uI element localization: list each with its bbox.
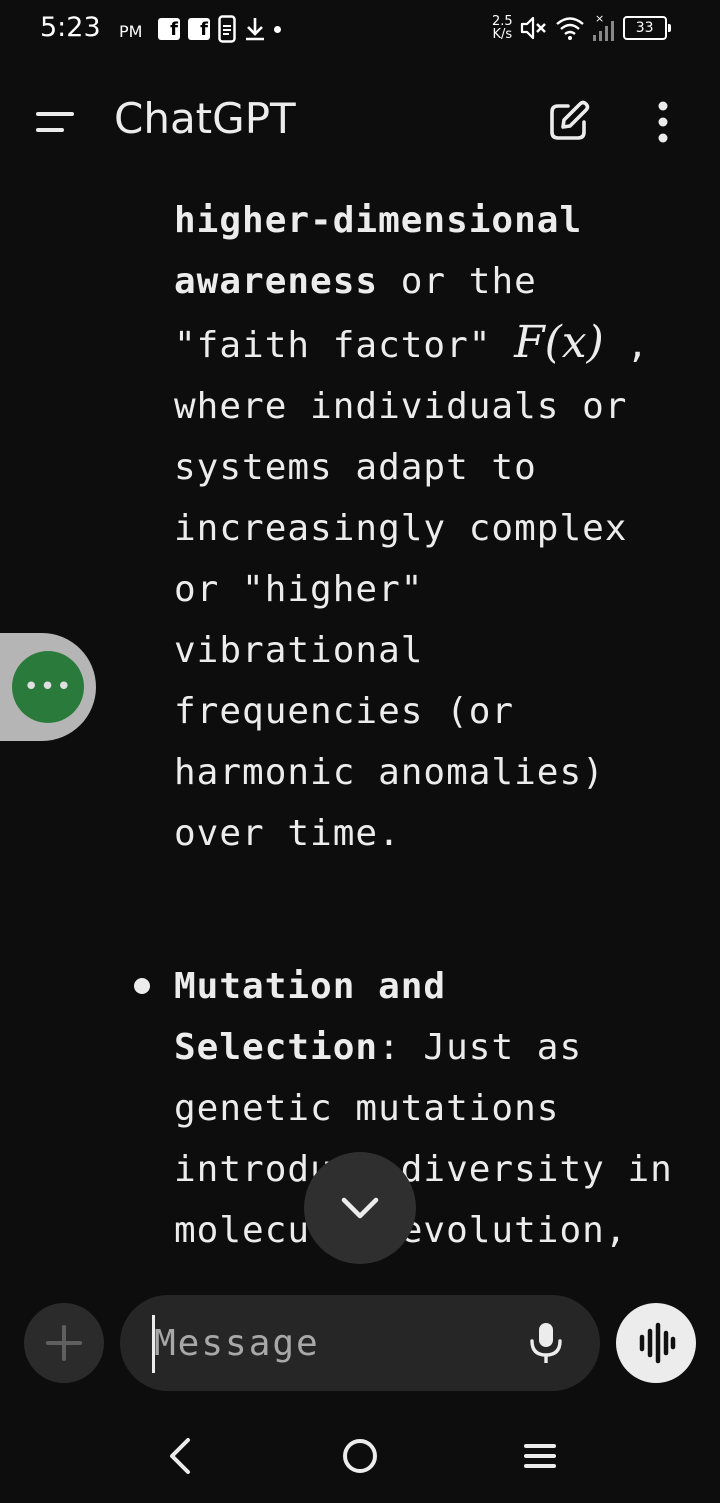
edit-icon [550,100,590,140]
mute-icon [520,16,546,40]
battery-icon: 33 [622,16,671,40]
system-nav-bar [0,1410,720,1503]
app-header: ChatGPT [0,80,720,164]
phone-clipboard-icon [218,15,236,43]
message-box [120,1295,600,1391]
status-time: 5:23 [40,12,101,43]
menu-button[interactable] [30,102,78,142]
attach-button[interactable] [24,1303,104,1383]
nav-back-button[interactable] [160,1432,200,1480]
svg-text:×: × [595,13,604,25]
message-paragraph: higher-dimensional awareness or the "fai… [174,190,694,864]
dictate-button[interactable] [524,1321,568,1365]
facebook-icon: f [158,18,180,40]
dot-icon [274,25,281,33]
facebook-icon: f [188,18,210,40]
message-text: , where individuals or systems adapt to … [174,325,650,854]
page-title: ChatGPT [114,94,296,143]
message-composer [0,1295,720,1391]
ellipsis-icon: ••• [12,651,84,723]
status-bar: 5:23 PM f f 2.5 K/s × 33 [0,0,720,58]
voice-mode-button[interactable] [616,1303,696,1383]
more-options-button[interactable] [646,98,680,144]
math-expression: F(x) [514,317,604,368]
nav-recents-button[interactable] [520,1434,560,1478]
menu-icon [36,112,74,132]
notification-icons: f f [158,14,281,44]
network-speed: 2.5 K/s [492,15,513,41]
scroll-to-bottom-button[interactable] [304,1152,416,1264]
chevron-down-icon [341,1197,379,1219]
back-icon [170,1438,190,1474]
voice-waveform-icon [639,1322,676,1364]
bullet-icon [134,978,150,994]
system-icons: 2.5 K/s × 33 [492,10,671,46]
more-vertical-icon [658,101,668,143]
recents-icon [524,1444,556,1468]
mic-icon [530,1323,562,1363]
signal-icon: × [592,13,614,41]
net-speed-unit: K/s [492,27,513,42]
bold-term: awareness [174,261,379,302]
chat-content[interactable]: higher-dimensional awareness or the "fai… [0,190,720,1280]
bullet-item: Mutation and Selection: Just as genetic … [174,956,694,1261]
download-icon [246,18,264,41]
wifi-icon [555,17,584,40]
home-icon [343,1439,377,1473]
bold-term: higher-dimensional [174,200,583,241]
plus-icon [46,1325,82,1361]
message-input[interactable] [154,1315,504,1371]
status-ampm: PM [119,22,143,41]
new-chat-button[interactable] [546,98,592,144]
nav-home-button[interactable] [338,1434,382,1478]
